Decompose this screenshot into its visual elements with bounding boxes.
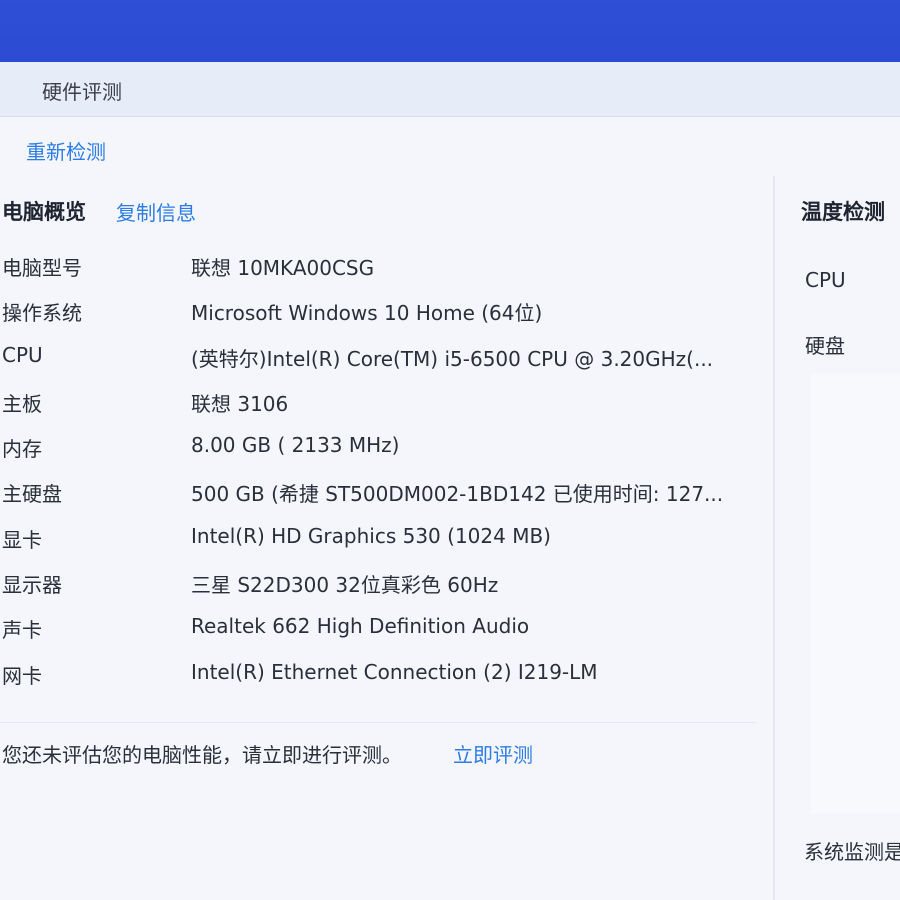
spec-label: 主板 <box>2 391 42 416</box>
computer-overview-panel: 电脑概览 复制信息 电脑型号 联想 10MKA00CSG 操作系统 Micros… <box>0 176 756 900</box>
spec-value: Intel(R) Ethernet Connection (2) I219-LM <box>191 659 598 684</box>
title-bar <box>0 0 900 62</box>
spec-value: 联想 10MKA00CSG <box>191 256 375 280</box>
spec-value: Microsoft Windows 10 Home (64位) <box>191 301 543 326</box>
spec-row-network-card: 网卡 Intel(R) Ethernet Connection (2) I219… <box>0 660 756 705</box>
spec-label: 内存 <box>2 437 42 462</box>
temperature-panel: 温度检测 CPU 硬盘 系统监测是 <box>775 176 900 900</box>
benchmark-notice: 您还未评估您的电脑性能，请立即进行评测。 <box>2 743 402 767</box>
spec-label: 声卡 <box>2 618 42 643</box>
spec-label: 显示器 <box>2 573 62 598</box>
system-monitor-text: 系统监测是 <box>804 840 900 864</box>
temperature-item-cpu: CPU <box>805 268 846 292</box>
copy-info-link[interactable]: 复制信息 <box>116 197 196 226</box>
spec-label: 电脑型号 <box>2 256 82 280</box>
spec-row-hard-disk: 主硬盘 500 GB (希捷 ST500DM002-1BD142 已使用时间: … <box>0 478 756 523</box>
spec-label: 主硬盘 <box>2 482 62 507</box>
spec-value: Intel(R) HD Graphics 530 (1024 MB) <box>191 523 551 548</box>
temperature-item-disk: 硬盘 <box>805 334 845 358</box>
spec-row-graphics: 显卡 Intel(R) HD Graphics 530 (1024 MB) <box>0 524 756 569</box>
spec-label: 操作系统 <box>2 301 82 326</box>
spec-list: 电脑型号 联想 10MKA00CSG 操作系统 Microsoft Window… <box>0 252 756 705</box>
spec-row-sound-card: 声卡 Realtek 662 High Definition Audio <box>0 614 756 659</box>
spec-value: 8.00 GB ( 2133 MHz) <box>191 433 400 458</box>
spec-row-monitor: 显示器 三星 S22D300 32位真彩色 60Hz <box>0 569 756 614</box>
spec-value: 三星 S22D300 32位真彩色 60Hz <box>191 573 499 598</box>
spec-value: 联想 3106 <box>191 391 289 416</box>
spec-label: CPU <box>2 342 43 367</box>
tab-bar: 硬件评测 <box>0 62 900 117</box>
recheck-link[interactable]: 重新检测 <box>26 136 106 165</box>
section-divider <box>0 722 756 723</box>
start-benchmark-link[interactable]: 立即评测 <box>453 739 533 768</box>
spec-row-cpu: CPU (英特尔)Intel(R) Core(TM) i5-6500 CPU @… <box>0 343 756 388</box>
overview-title: 电脑概览 <box>2 200 86 224</box>
spec-label: 网卡 <box>2 663 42 688</box>
spec-row-model: 电脑型号 联想 10MKA00CSG <box>0 252 756 297</box>
spec-value: Realtek 662 High Definition Audio <box>191 614 530 639</box>
spec-row-os: 操作系统 Microsoft Windows 10 Home (64位) <box>0 297 756 342</box>
spec-value: (英特尔)Intel(R) Core(TM) i5-6500 CPU @ 3.2… <box>191 346 714 371</box>
spec-value: 500 GB (希捷 ST500DM002-1BD142 已使用时间: 127.… <box>191 482 724 507</box>
spec-row-motherboard: 主板 联想 3106 <box>0 388 756 433</box>
spec-label: 显卡 <box>2 527 42 552</box>
tab-hardware-benchmark[interactable]: 硬件评测 <box>42 76 122 105</box>
spec-row-memory: 内存 8.00 GB ( 2133 MHz) <box>0 433 756 478</box>
temperature-title: 温度检测 <box>801 200 885 224</box>
temperature-chart-area <box>811 374 900 814</box>
